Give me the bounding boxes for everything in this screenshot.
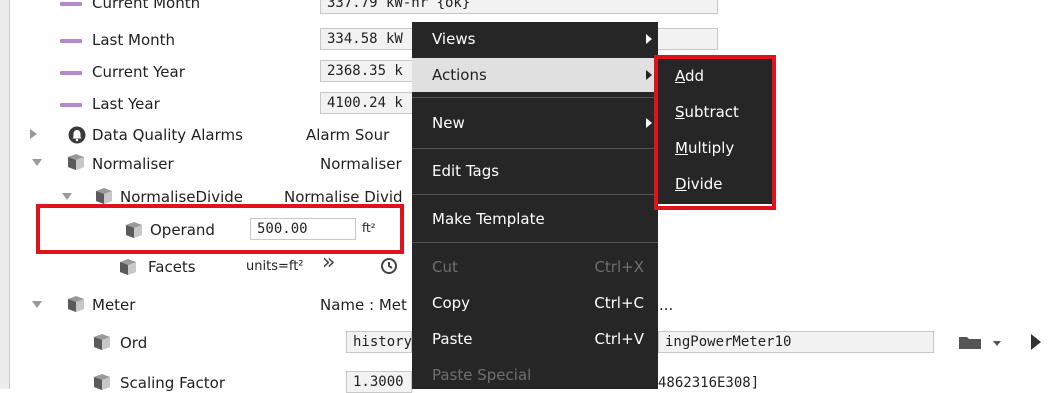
ord-field-left[interactable]: history bbox=[346, 331, 412, 353]
submenu-arrow-icon bbox=[646, 70, 652, 80]
row-label-last-year: Last Year bbox=[92, 95, 160, 113]
dropdown-caret-icon[interactable] bbox=[993, 341, 1001, 346]
alarm-circle-icon bbox=[68, 126, 86, 144]
row-label-scaling-factor: Scaling Factor bbox=[120, 374, 226, 392]
menu-item-label: New bbox=[432, 114, 465, 132]
series-dash-icon bbox=[60, 71, 82, 75]
scaling-factor-field-right: 4862316E308] bbox=[658, 375, 760, 391]
series-dash-icon bbox=[60, 103, 82, 107]
row-label-data-quality-alarms: Data Quality Alarms bbox=[92, 126, 243, 144]
menu-separator bbox=[412, 242, 658, 243]
menu-item-label: Copy bbox=[432, 294, 471, 312]
value-normaliser: Normaliser bbox=[320, 155, 402, 173]
row-label-current-month: Current Month bbox=[92, 0, 201, 12]
cube-icon bbox=[96, 188, 112, 204]
highlight-box-actions-submenu bbox=[654, 55, 776, 210]
submenu-arrow-icon bbox=[646, 118, 652, 128]
series-dash-icon bbox=[60, 39, 82, 43]
context-menu: Views Actions New Edit Tags Make Templat… bbox=[412, 22, 658, 389]
cube-icon bbox=[120, 259, 136, 275]
menu-item-make-template[interactable]: Make Template bbox=[412, 202, 658, 236]
highlight-box-operand bbox=[36, 204, 404, 254]
menu-separator bbox=[412, 97, 658, 98]
collapse-arrow-icon[interactable] bbox=[32, 301, 42, 308]
cube-icon bbox=[94, 334, 110, 350]
menu-item-shortcut: Ctrl+X bbox=[594, 258, 644, 276]
menu-item-label: Paste bbox=[432, 330, 473, 348]
submenu-arrow-icon bbox=[646, 34, 652, 44]
cube-icon bbox=[68, 154, 84, 170]
collapse-arrow-icon[interactable] bbox=[62, 193, 72, 200]
menu-item-copy[interactable]: Copy Ctrl+C bbox=[412, 286, 658, 320]
scaling-factor-field-left[interactable]: 1.3000 bbox=[346, 371, 412, 393]
menu-item-paste[interactable]: Paste Ctrl+V bbox=[412, 322, 658, 356]
menu-item-shortcut: Ctrl+V bbox=[594, 330, 644, 348]
value-current-month[interactable]: 337.79 kW-hr {ok} bbox=[320, 0, 718, 14]
menu-item-label: Cut bbox=[432, 258, 458, 276]
menu-item-new[interactable]: New bbox=[412, 106, 658, 140]
folder-icon[interactable] bbox=[958, 334, 984, 350]
clock-icon[interactable] bbox=[380, 257, 398, 275]
menu-separator bbox=[412, 148, 658, 149]
play-icon[interactable] bbox=[1031, 334, 1041, 350]
tree-gutter bbox=[0, 0, 10, 389]
cube-icon bbox=[94, 374, 110, 390]
ord-field-right[interactable]: ingPowerMeter10 bbox=[658, 331, 934, 353]
row-label-meter: Meter bbox=[92, 296, 136, 314]
menu-separator bbox=[412, 194, 658, 195]
expand-arrow-icon[interactable] bbox=[30, 129, 37, 139]
menu-item-paste-special: Paste Special bbox=[412, 358, 658, 392]
row-label-normaliser: Normaliser bbox=[92, 155, 174, 173]
row-label-ord: Ord bbox=[120, 334, 148, 352]
series-dash-icon bbox=[60, 2, 82, 6]
value-meter-ellipsis: ... bbox=[659, 296, 674, 314]
menu-item-edit-tags[interactable]: Edit Tags bbox=[412, 154, 658, 188]
row-label-last-month: Last Month bbox=[92, 31, 176, 49]
menu-item-label: Views bbox=[432, 30, 476, 48]
menu-item-label: Paste Special bbox=[432, 366, 532, 384]
menu-item-views[interactable]: Views bbox=[412, 22, 658, 56]
chevrons-double-right-icon[interactable]: » bbox=[322, 252, 335, 274]
value-data-quality-alarms: Alarm Sour bbox=[306, 126, 390, 144]
menu-item-label: Edit Tags bbox=[432, 162, 500, 180]
menu-item-label: Actions bbox=[432, 66, 487, 84]
menu-item-shortcut: Ctrl+C bbox=[594, 294, 644, 312]
row-label-facets: Facets bbox=[148, 258, 196, 276]
value-facets: units=ft² bbox=[246, 259, 304, 274]
value-meter: Name : Met bbox=[320, 296, 407, 314]
collapse-arrow-icon[interactable] bbox=[32, 159, 42, 166]
cube-icon bbox=[68, 296, 84, 312]
menu-item-cut: Cut Ctrl+X bbox=[412, 250, 658, 284]
menu-item-label: Make Template bbox=[432, 210, 545, 228]
menu-item-actions[interactable]: Actions bbox=[412, 58, 658, 92]
row-label-current-year: Current Year bbox=[92, 63, 185, 81]
